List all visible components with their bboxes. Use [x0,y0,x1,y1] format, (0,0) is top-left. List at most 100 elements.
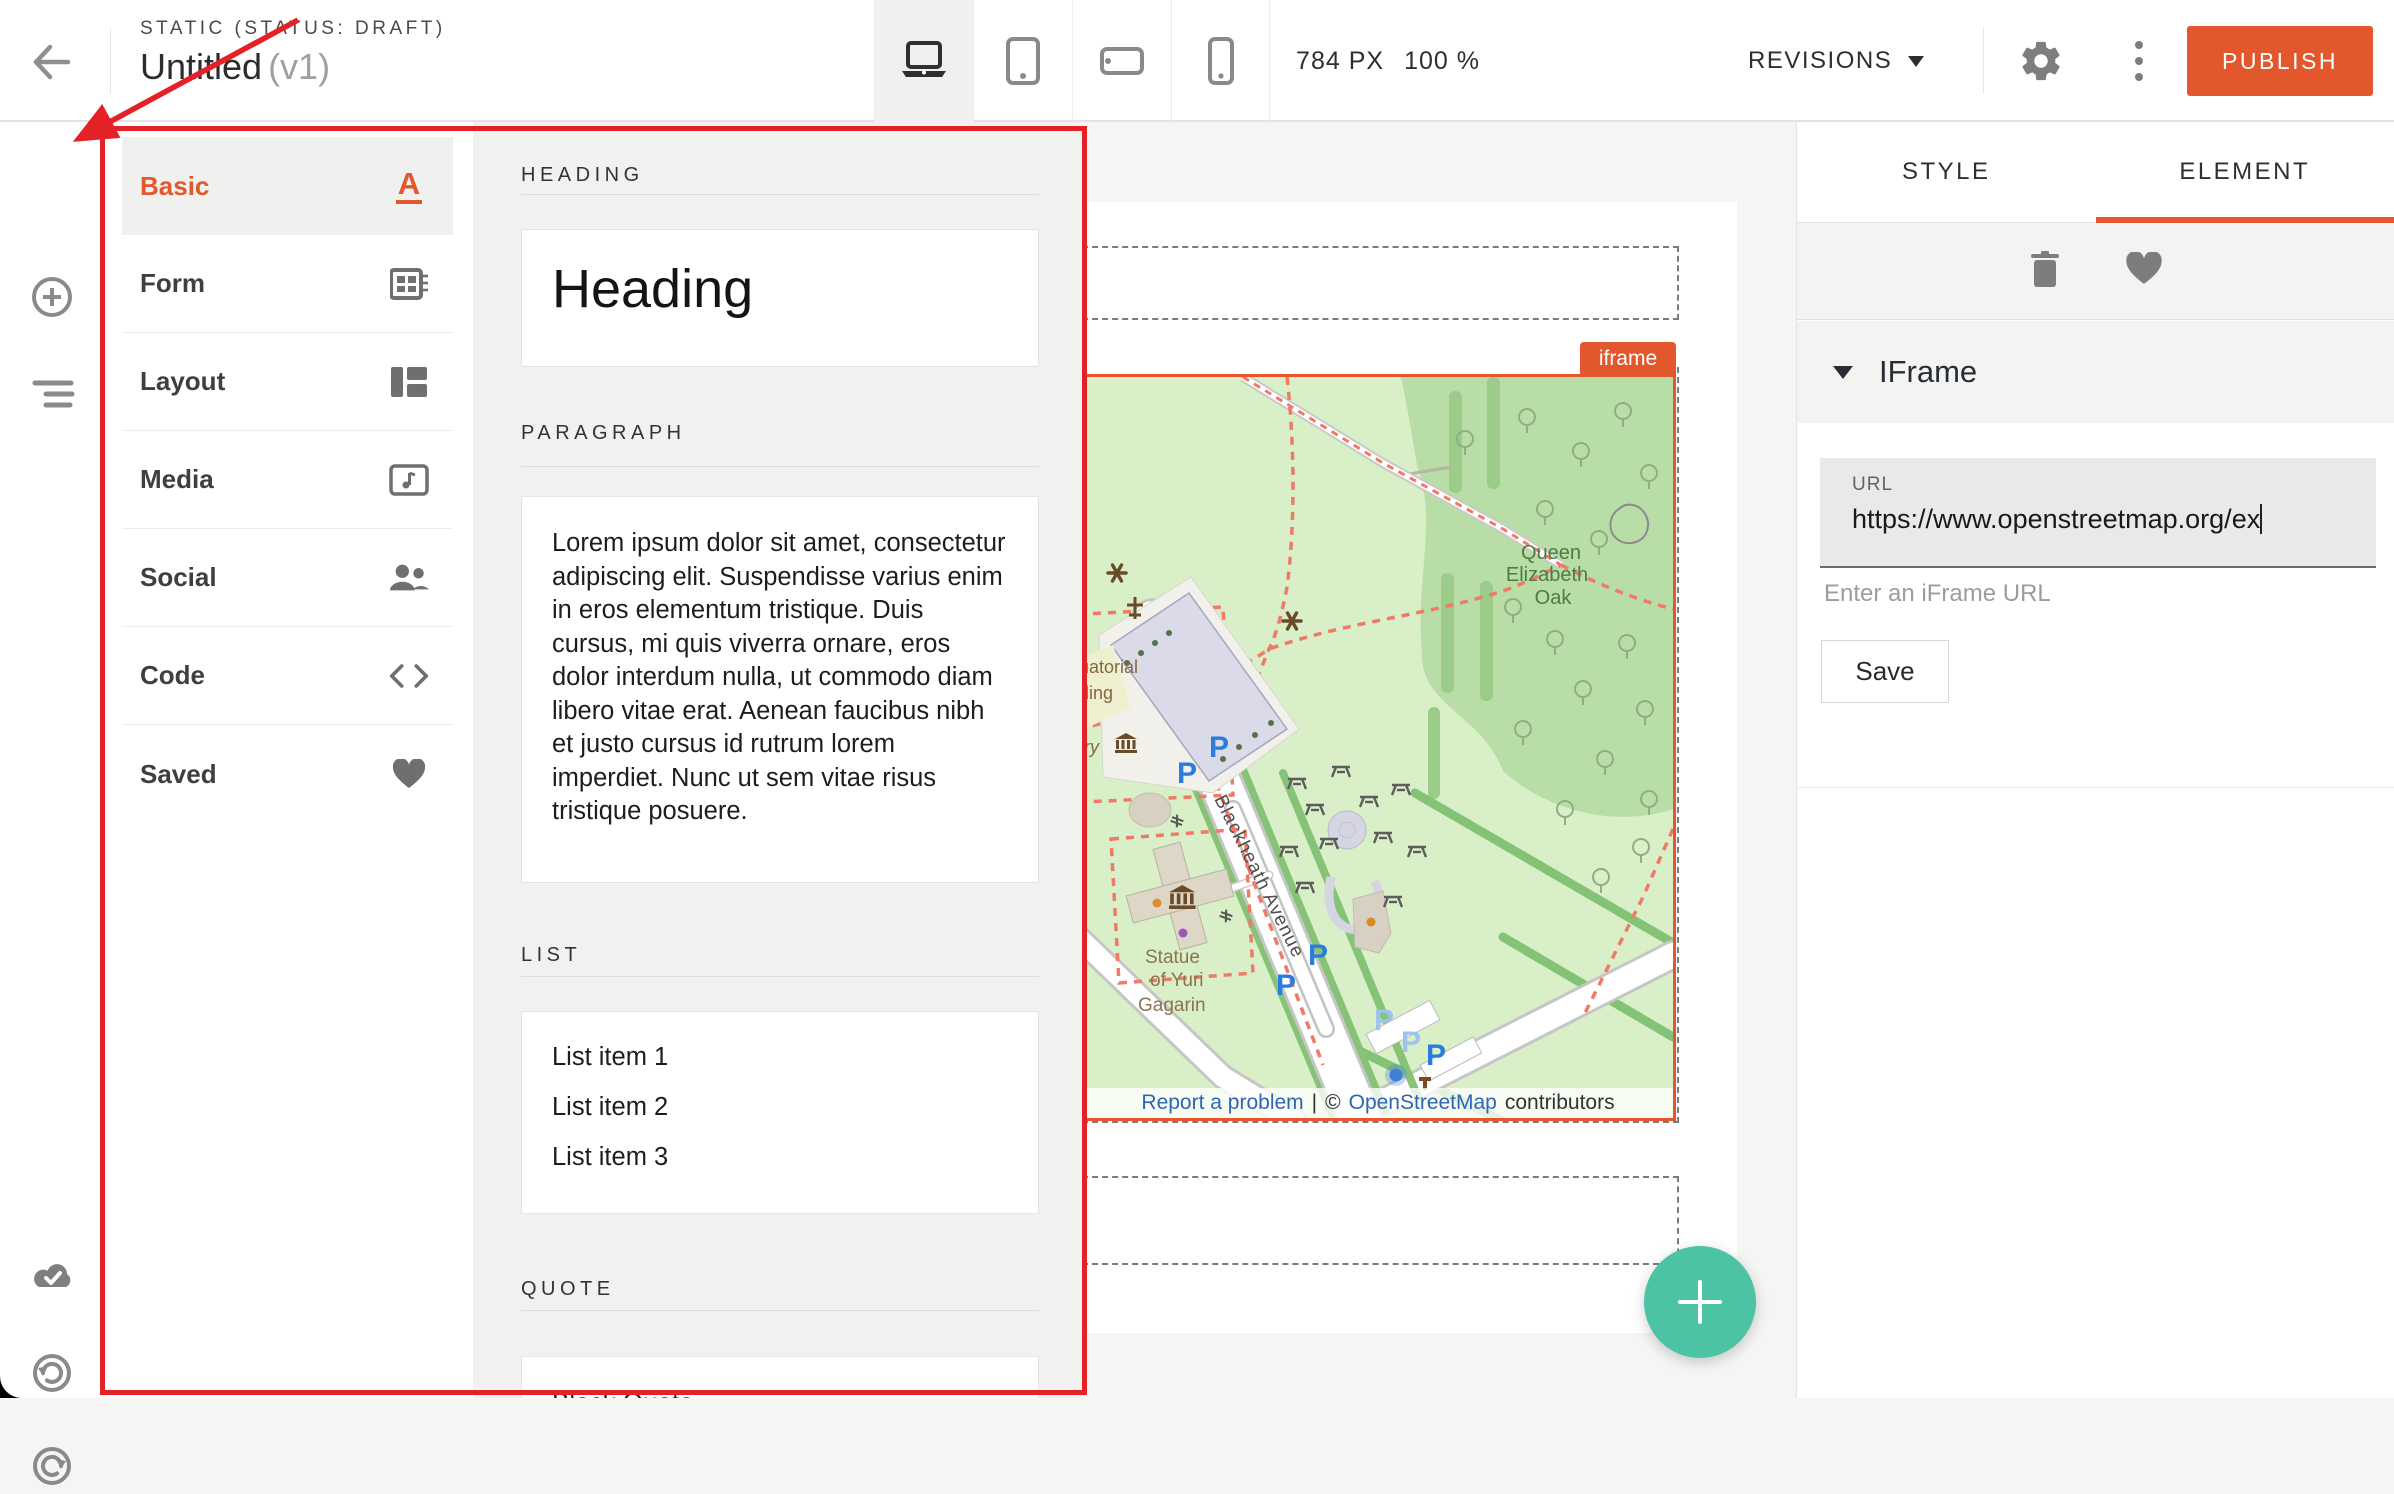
list-sample-item: List item 3 [552,1143,1008,1172]
trash-icon [2029,251,2061,287]
delete-element-button[interactable] [2029,251,2061,292]
canvas-page[interactable]: iframe [1082,202,1737,1333]
paragraph-block-card[interactable]: Lorem ipsum dolor sit amet, consectetur … [521,496,1039,883]
category-label: Code [140,660,389,691]
toolbar-divider [1983,28,1984,94]
more-options-button[interactable] [2126,36,2152,86]
text-a-icon: A [389,166,429,206]
kebab-icon [2135,57,2143,65]
page-title[interactable]: Untitled(v1) [140,46,446,88]
heading-block-card[interactable]: Heading [521,229,1039,367]
publish-button[interactable]: PUBLISH [2187,26,2373,96]
category-label: Saved [140,759,389,790]
undo-button[interactable] [29,1350,75,1396]
inspector-panel: STYLE ELEMENT IFrame URL https://www.ope… [1796,122,2394,1398]
empty-drop-placeholder[interactable] [1082,246,1679,320]
section-label-paragraph: PARAGRAPH [521,422,686,445]
tab-element[interactable]: ELEMENT [2096,122,2394,222]
revisions-dropdown[interactable]: REVISIONS [1748,0,1924,122]
category-code[interactable]: Code [122,627,453,725]
document-version: (v1) [268,46,330,87]
text-cursor [2260,504,2262,534]
attribution-separator: | [1312,1091,1317,1115]
cloud-check-icon [29,1254,77,1300]
toolbar-divider [110,28,111,94]
map-label-oak: Queen [1521,542,1581,564]
chevron-down-icon [1833,366,1853,379]
add-section-fab[interactable] [1644,1246,1756,1358]
gear-icon [2018,38,2064,84]
category-layout[interactable]: Layout [122,333,453,431]
social-icon [389,558,429,598]
favorite-element-button[interactable] [2125,252,2163,290]
map-label-oak: Oak [1535,587,1573,609]
canvas-workspace: iframe [1082,122,1796,1398]
iframe-url-field[interactable]: URL https://www.openstreetmap.org/ex [1820,458,2376,568]
tab-style[interactable]: STYLE [1797,122,2096,222]
map-label-building: ding [1083,683,1113,703]
tablet-portrait-icon [1006,37,1040,85]
paragraph-sample-text: Lorem ipsum dolor sit amet, consectetur … [552,529,1006,825]
document-title-block: STATIC (STATUS: DRAFT) Untitled(v1) [140,18,446,88]
chevron-down-icon [1908,56,1924,67]
list-sample-item: List item 1 [552,1043,1008,1072]
device-preview-switcher [874,0,1270,122]
iframe-settings-group[interactable]: IFrame [1797,321,2394,423]
section-label-heading: HEADING [521,164,644,187]
autosave-status [29,1254,75,1300]
left-icon-rail [0,122,107,1398]
empty-drop-placeholder[interactable] [1082,1176,1679,1265]
add-element-button[interactable] [29,274,75,320]
kebab-icon [2135,73,2143,81]
undo-icon [29,1350,75,1396]
group-title: IFrame [1879,354,1977,390]
quote-sample-text: Block Quote [552,1387,694,1398]
parking-marker: P [1209,731,1229,764]
quote-block-card[interactable]: Block Quote [521,1356,1039,1398]
layout-icon [389,362,429,402]
redo-button[interactable] [29,1443,75,1489]
parking-marker: P [1426,1039,1446,1072]
category-label: Basic [140,171,389,202]
url-field-label: URL [1852,474,2376,496]
form-icon [389,264,429,304]
category-form[interactable]: Form [122,235,453,333]
iframe-element-tag: iframe [1580,342,1676,375]
category-basic[interactable]: Basic A [122,137,453,235]
parking-marker-light: P [1374,1004,1394,1037]
iframe-map-element[interactable]: P P P P P P P Queen Elizabeth Oak [1082,374,1676,1121]
device-phone-button[interactable] [1171,0,1270,122]
element-actions-bar [1797,223,2394,320]
layers-menu-button[interactable] [29,370,75,416]
kebab-icon [2135,41,2143,49]
tablet-landscape-icon [1100,47,1144,75]
device-tablet-landscape-button[interactable] [1072,0,1171,122]
save-button[interactable]: Save [1821,640,1949,703]
device-desktop-button[interactable] [874,0,973,122]
map-attribution-bar: Report a problem | © OpenStreetMap contr… [1083,1088,1673,1118]
heart-icon [2125,252,2163,285]
report-problem-link[interactable]: Report a problem [1141,1091,1303,1115]
list-sample-item: List item 2 [552,1093,1008,1122]
inspector-divider [1797,787,2394,788]
laptop-icon [900,41,948,81]
settings-button[interactable] [2018,38,2064,84]
status-label: STATIC (STATUS: DRAFT) [140,18,446,40]
canvas-width-value: 784 PX [1296,47,1384,76]
back-button[interactable] [24,34,80,90]
canvas-dimensions: 784 PX 100 % [1288,0,1488,122]
element-categories-panel: Basic A Form Layout Media Social Code Sa… [107,122,473,1398]
list-block-card[interactable]: List item 1 List item 2 List item 3 [521,1011,1039,1214]
basic-blocks-panel: HEADING Heading PARAGRAPH Lorem ipsum do… [473,122,1082,1398]
openstreetmap-link[interactable]: OpenStreetMap [1349,1091,1497,1115]
zoom-level-value: 100 % [1404,47,1480,76]
category-label: Layout [140,366,389,397]
category-saved[interactable]: Saved [122,725,453,823]
attribution-contributors: contributors [1505,1091,1615,1115]
inspector-tabs: STYLE ELEMENT [1797,122,2394,223]
category-social[interactable]: Social [122,529,453,627]
category-media[interactable]: Media [122,431,453,529]
url-helper-text: Enter an iFrame URL [1824,580,2051,608]
section-label-quote: QUOTE [521,1278,615,1301]
device-tablet-button[interactable] [973,0,1072,122]
